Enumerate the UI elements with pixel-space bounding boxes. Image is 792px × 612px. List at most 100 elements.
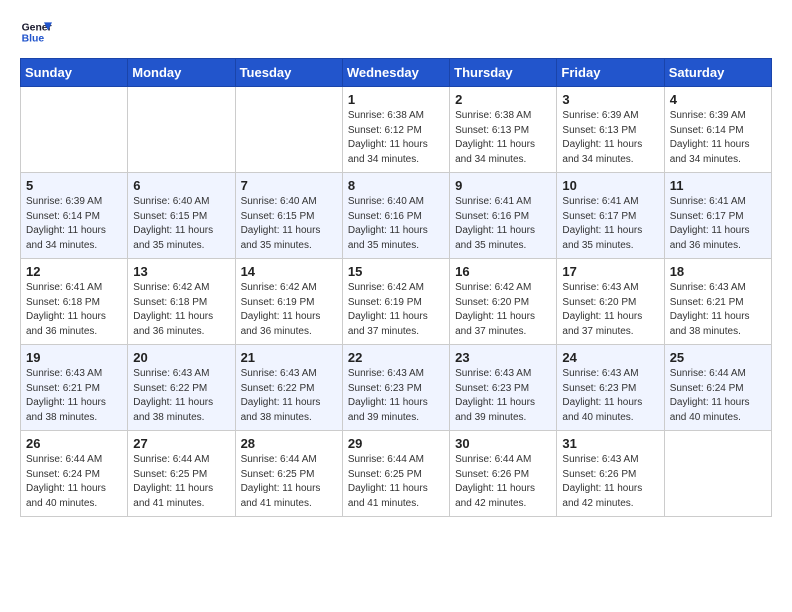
- day-info: Sunrise: 6:44 AM Sunset: 6:25 PM Dayligh…: [241, 453, 337, 511]
- calendar-cell: 28 Sunrise: 6:44 AM Sunset: 6:25 PM Dayli…: [235, 431, 342, 517]
- day-info: Sunrise: 6:41 AM Sunset: 6:16 PM Dayligh…: [455, 195, 551, 253]
- calendar-cell: 13 Sunrise: 6:42 AM Sunset: 6:18 PM Dayli…: [128, 259, 235, 345]
- weekday-header: Monday: [128, 59, 235, 87]
- calendar-body: 1Sunrise: 6:38 AM Sunset: 6:12 PM Daylig…: [21, 87, 772, 517]
- day-number: 27: [133, 436, 229, 451]
- day-number: 31: [562, 436, 658, 451]
- weekday-header: Friday: [557, 59, 664, 87]
- day-number: 30: [455, 436, 551, 451]
- day-info: Sunrise: 6:41 AM Sunset: 6:17 PM Dayligh…: [670, 195, 766, 253]
- day-info: Sunrise: 6:40 AM Sunset: 6:15 PM Dayligh…: [133, 195, 229, 253]
- calendar-cell: [21, 87, 128, 173]
- weekday-header: Sunday: [21, 59, 128, 87]
- calendar-week-row: 5Sunrise: 6:39 AM Sunset: 6:14 PM Daylig…: [21, 173, 772, 259]
- day-info: Sunrise: 6:43 AM Sunset: 6:23 PM Dayligh…: [562, 367, 658, 425]
- day-info: Sunrise: 6:40 AM Sunset: 6:15 PM Dayligh…: [241, 195, 337, 253]
- calendar-cell: 18Sunrise: 6:43 AM Sunset: 6:21 PM Dayli…: [664, 259, 771, 345]
- day-number: 25: [670, 350, 766, 365]
- day-info: Sunrise: 6:44 AM Sunset: 6:24 PM Dayligh…: [670, 367, 766, 425]
- day-info: Sunrise: 6:42 AM Sunset: 6:18 PM Dayligh…: [133, 281, 229, 339]
- calendar-cell: 4 Sunrise: 6:39 AM Sunset: 6:14 PM Daylig…: [664, 87, 771, 173]
- calendar-cell: 24Sunrise: 6:43 AM Sunset: 6:23 PM Dayli…: [557, 345, 664, 431]
- day-info: Sunrise: 6:42 AM Sunset: 6:19 PM Dayligh…: [241, 281, 337, 339]
- day-number: 26: [26, 436, 122, 451]
- day-info: Sunrise: 6:41 AM Sunset: 6:17 PM Dayligh…: [562, 195, 658, 253]
- day-info: Sunrise: 6:44 AM Sunset: 6:25 PM Dayligh…: [348, 453, 444, 511]
- calendar-cell: 23 Sunrise: 6:43 AM Sunset: 6:23 PM Dayli…: [450, 345, 557, 431]
- day-info: Sunrise: 6:44 AM Sunset: 6:26 PM Dayligh…: [455, 453, 551, 511]
- day-number: 2: [455, 92, 551, 107]
- day-info: Sunrise: 6:43 AM Sunset: 6:23 PM Dayligh…: [348, 367, 444, 425]
- calendar-cell: [664, 431, 771, 517]
- day-info: Sunrise: 6:42 AM Sunset: 6:20 PM Dayligh…: [455, 281, 551, 339]
- day-info: Sunrise: 6:39 AM Sunset: 6:14 PM Dayligh…: [670, 109, 766, 167]
- day-number: 6: [133, 178, 229, 193]
- calendar-week-row: 1Sunrise: 6:38 AM Sunset: 6:12 PM Daylig…: [21, 87, 772, 173]
- weekday-header: Saturday: [664, 59, 771, 87]
- calendar-cell: 15Sunrise: 6:42 AM Sunset: 6:19 PM Dayli…: [342, 259, 449, 345]
- day-number: 7: [241, 178, 337, 193]
- day-number: 12: [26, 264, 122, 279]
- calendar-cell: 26 Sunrise: 6:44 AM Sunset: 6:24 PM Dayli…: [21, 431, 128, 517]
- day-number: 3: [562, 92, 658, 107]
- calendar-cell: 20 Sunrise: 6:43 AM Sunset: 6:22 PM Dayli…: [128, 345, 235, 431]
- day-info: Sunrise: 6:40 AM Sunset: 6:16 PM Dayligh…: [348, 195, 444, 253]
- day-number: 20: [133, 350, 229, 365]
- calendar-cell: [235, 87, 342, 173]
- calendar-cell: 19Sunrise: 6:43 AM Sunset: 6:21 PM Dayli…: [21, 345, 128, 431]
- day-number: 21: [241, 350, 337, 365]
- day-info: Sunrise: 6:44 AM Sunset: 6:24 PM Dayligh…: [26, 453, 122, 511]
- calendar-cell: 5Sunrise: 6:39 AM Sunset: 6:14 PM Daylig…: [21, 173, 128, 259]
- day-info: Sunrise: 6:43 AM Sunset: 6:26 PM Dayligh…: [562, 453, 658, 511]
- day-info: Sunrise: 6:43 AM Sunset: 6:22 PM Dayligh…: [241, 367, 337, 425]
- calendar-week-row: 12 Sunrise: 6:41 AM Sunset: 6:18 PM Dayli…: [21, 259, 772, 345]
- day-number: 5: [26, 178, 122, 193]
- weekday-row: SundayMondayTuesdayWednesdayThursdayFrid…: [21, 59, 772, 87]
- header: General Blue: [20, 16, 772, 48]
- calendar-week-row: 26 Sunrise: 6:44 AM Sunset: 6:24 PM Dayli…: [21, 431, 772, 517]
- calendar-cell: 1Sunrise: 6:38 AM Sunset: 6:12 PM Daylig…: [342, 87, 449, 173]
- page: General Blue SundayMondayTuesdayWednesda…: [0, 0, 792, 612]
- day-info: Sunrise: 6:38 AM Sunset: 6:12 PM Dayligh…: [348, 109, 444, 167]
- day-number: 14: [241, 264, 337, 279]
- day-number: 28: [241, 436, 337, 451]
- calendar-cell: 6 Sunrise: 6:40 AM Sunset: 6:15 PM Daylig…: [128, 173, 235, 259]
- day-number: 4: [670, 92, 766, 107]
- calendar-cell: 25 Sunrise: 6:44 AM Sunset: 6:24 PM Dayli…: [664, 345, 771, 431]
- calendar: SundayMondayTuesdayWednesdayThursdayFrid…: [20, 58, 772, 517]
- weekday-header: Thursday: [450, 59, 557, 87]
- day-number: 9: [455, 178, 551, 193]
- day-number: 8: [348, 178, 444, 193]
- calendar-cell: 29Sunrise: 6:44 AM Sunset: 6:25 PM Dayli…: [342, 431, 449, 517]
- calendar-cell: [128, 87, 235, 173]
- day-number: 13: [133, 264, 229, 279]
- day-number: 18: [670, 264, 766, 279]
- svg-text:Blue: Blue: [22, 34, 45, 45]
- calendar-cell: 16 Sunrise: 6:42 AM Sunset: 6:20 PM Dayli…: [450, 259, 557, 345]
- calendar-cell: 17 Sunrise: 6:43 AM Sunset: 6:20 PM Dayli…: [557, 259, 664, 345]
- day-number: 16: [455, 264, 551, 279]
- calendar-cell: 21 Sunrise: 6:43 AM Sunset: 6:22 PM Dayli…: [235, 345, 342, 431]
- day-number: 17: [562, 264, 658, 279]
- day-info: Sunrise: 6:38 AM Sunset: 6:13 PM Dayligh…: [455, 109, 551, 167]
- calendar-cell: 27 Sunrise: 6:44 AM Sunset: 6:25 PM Dayli…: [128, 431, 235, 517]
- day-info: Sunrise: 6:43 AM Sunset: 6:22 PM Dayligh…: [133, 367, 229, 425]
- calendar-week-row: 19Sunrise: 6:43 AM Sunset: 6:21 PM Dayli…: [21, 345, 772, 431]
- calendar-cell: 11 Sunrise: 6:41 AM Sunset: 6:17 PM Dayli…: [664, 173, 771, 259]
- calendar-cell: 2 Sunrise: 6:38 AM Sunset: 6:13 PM Daylig…: [450, 87, 557, 173]
- day-number: 10: [562, 178, 658, 193]
- day-info: Sunrise: 6:43 AM Sunset: 6:20 PM Dayligh…: [562, 281, 658, 339]
- calendar-header: SundayMondayTuesdayWednesdayThursdayFrid…: [21, 59, 772, 87]
- day-info: Sunrise: 6:43 AM Sunset: 6:23 PM Dayligh…: [455, 367, 551, 425]
- logo-icon: General Blue: [20, 16, 52, 48]
- day-info: Sunrise: 6:39 AM Sunset: 6:13 PM Dayligh…: [562, 109, 658, 167]
- day-info: Sunrise: 6:41 AM Sunset: 6:18 PM Dayligh…: [26, 281, 122, 339]
- day-number: 11: [670, 178, 766, 193]
- calendar-cell: 3 Sunrise: 6:39 AM Sunset: 6:13 PM Daylig…: [557, 87, 664, 173]
- day-info: Sunrise: 6:44 AM Sunset: 6:25 PM Dayligh…: [133, 453, 229, 511]
- day-number: 23: [455, 350, 551, 365]
- calendar-cell: 10 Sunrise: 6:41 AM Sunset: 6:17 PM Dayli…: [557, 173, 664, 259]
- calendar-cell: 14 Sunrise: 6:42 AM Sunset: 6:19 PM Dayli…: [235, 259, 342, 345]
- calendar-cell: 7 Sunrise: 6:40 AM Sunset: 6:15 PM Daylig…: [235, 173, 342, 259]
- day-number: 15: [348, 264, 444, 279]
